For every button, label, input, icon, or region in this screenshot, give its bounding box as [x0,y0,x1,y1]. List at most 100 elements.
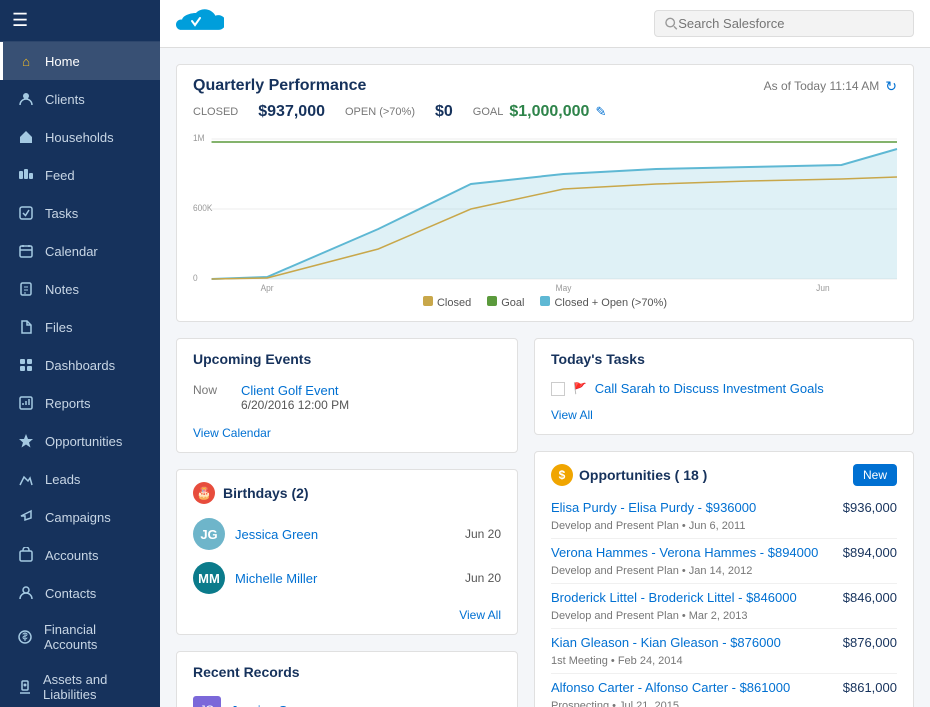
svg-text:Jun: Jun [816,283,830,293]
upcoming-events-title: Upcoming Events [193,351,501,367]
sidebar-item-campaigns[interactable]: Campaigns [0,498,160,536]
svg-text:May: May [556,283,572,293]
event-date: 6/20/2016 12:00 PM [241,398,349,412]
event-link[interactable]: Client Golf Event [241,383,339,398]
view-calendar-link[interactable]: View Calendar [193,426,501,440]
sidebar-item-reports[interactable]: Reports [0,384,160,422]
sidebar-header: ☰ [0,0,160,42]
clients-icon [17,90,35,108]
opportunities-title: $ Opportunities ( 18 ) [551,464,707,486]
event-row: Now Client Golf Event 6/20/2016 12:00 PM [193,377,501,418]
tasks-icon [17,204,35,222]
todays-tasks-title: Today's Tasks [551,351,897,367]
sidebar-item-files[interactable]: Files [0,308,160,346]
sidebar-item-calendar[interactable]: Calendar [0,232,160,270]
home-icon: ⌂ [17,52,35,70]
view-all-birthdays-link[interactable]: View All [193,608,501,622]
calendar-icon [17,242,35,260]
contacts-icon [17,584,35,602]
new-opportunity-button[interactable]: New [853,464,897,486]
assets-liabilities-icon [17,678,33,696]
sidebar-item-label: Calendar [45,244,98,259]
opp-sub-3: 1st Meeting • Feb 24, 2014 [551,655,683,667]
sidebar-item-feed[interactable]: Feed [0,156,160,194]
recent-icon-0: JG [193,696,221,707]
recent-name-0[interactable]: Jessica Green [231,703,314,707]
birthday-name-0[interactable]: Jessica Green [235,527,455,542]
quarterly-title: Quarterly Performance [193,77,366,95]
sidebar-item-label: Financial Accounts [44,622,146,652]
sidebar-item-dashboards[interactable]: Dashboards [0,346,160,384]
right-column: Today's Tasks 🚩 Call Sarah to Discuss In… [534,338,914,707]
dashboards-icon [17,356,35,374]
event-time: Now [193,383,229,397]
recent-records-title: Recent Records [193,664,501,680]
sidebar-item-accounts[interactable]: Accounts [0,536,160,574]
financial-accounts-icon [17,628,34,646]
opp-row-0: Elisa Purdy - Elisa Purdy - $936000 Deve… [551,494,897,539]
sidebar-item-clients[interactable]: Clients [0,80,160,118]
opportunities-icon: $ [551,464,573,486]
search-bar[interactable] [654,10,914,37]
sidebar-item-opportunities[interactable]: Opportunities [0,422,160,460]
goal-value: $1,000,000 [509,103,589,121]
open-label: OPEN (>70%) [345,106,415,118]
opp-row-2: Broderick Littel - Broderick Littel - $8… [551,584,897,629]
task-link-0[interactable]: Call Sarah to Discuss Investment Goals [595,381,824,396]
todays-tasks-card: Today's Tasks 🚩 Call Sarah to Discuss In… [534,338,914,435]
sidebar-item-leads[interactable]: Leads [0,460,160,498]
sidebar-item-households[interactable]: Households [0,118,160,156]
sidebar-item-home[interactable]: ⌂ Home [0,42,160,80]
opp-sub-2: Develop and Present Plan • Mar 2, 2013 [551,610,747,622]
leads-icon [17,470,35,488]
sidebar: ☰ ⌂ Home Clients Households Feed Tasks C… [0,0,160,707]
sidebar-item-label: Clients [45,92,85,107]
accounts-icon [17,546,35,564]
opp-link-1[interactable]: Verona Hammes - Verona Hammes - $894000 [551,545,843,560]
opp-link-2[interactable]: Broderick Littel - Broderick Littel - $8… [551,590,843,605]
opp-link-3[interactable]: Kian Gleason - Kian Gleason - $876000 [551,635,843,650]
task-flag-icon: 🚩 [573,382,587,395]
opp-row-4: Alfonso Carter - Alfonso Carter - $86100… [551,674,897,707]
view-all-tasks-link[interactable]: View All [551,408,897,422]
legend-goal: Goal [487,296,524,309]
perf-header: Quarterly Performance As of Today 11:14 … [193,77,897,95]
search-input[interactable] [678,16,903,31]
reports-icon [17,394,35,412]
files-icon [17,318,35,336]
goal-label: GOAL [473,106,504,118]
sidebar-item-financial-accounts[interactable]: Financial Accounts [0,612,160,662]
opp-sub-1: Develop and Present Plan • Jan 14, 2012 [551,565,752,577]
sidebar-item-tasks[interactable]: Tasks [0,194,160,232]
birthday-row-0: JG Jessica Green Jun 20 [193,512,501,556]
avatar-jessica: JG [193,518,225,550]
as-of-text: As of Today 11:14 AM [764,79,880,93]
opportunities-title-text: Opportunities ( 18 ) [579,467,707,483]
upcoming-events-card: Upcoming Events Now Client Golf Event 6/… [176,338,518,453]
sidebar-item-label: Campaigns [45,510,111,525]
sidebar-item-contacts[interactable]: Contacts [0,574,160,612]
refresh-icon[interactable]: ↻ [885,78,897,95]
edit-goal-icon[interactable]: ✎ [595,104,606,120]
opp-row-3: Kian Gleason - Kian Gleason - $876000 1s… [551,629,897,674]
opp-link-0[interactable]: Elisa Purdy - Elisa Purdy - $936000 [551,500,843,515]
sidebar-item-label: Home [45,54,80,69]
birthday-name-1[interactable]: Michelle Miller [235,571,455,586]
closed-value: $937,000 [258,103,325,121]
opp-link-4[interactable]: Alfonso Carter - Alfonso Carter - $86100… [551,680,843,695]
svg-text:600K: 600K [193,203,213,213]
sidebar-item-assets-liabilities[interactable]: Assets and Liabilities [0,662,160,707]
recent-row-0: JG Jessica Green [193,690,501,707]
campaigns-icon [17,508,35,526]
opp-amount-3: $876,000 [843,635,897,650]
task-checkbox-0[interactable] [551,382,565,396]
birthday-row-1: MM Michelle Miller Jun 20 [193,556,501,600]
sidebar-item-notes[interactable]: Notes [0,270,160,308]
recent-records-card: Recent Records JG Jessica Green MM Miche… [176,651,518,707]
sidebar-item-label: Contacts [45,586,96,601]
birthday-icon: 🎂 [193,482,215,504]
hamburger-icon[interactable]: ☰ [12,10,28,31]
sidebar-item-label: Opportunities [45,434,122,449]
closed-label: CLOSED [193,106,238,118]
opp-amount-0: $936,000 [843,500,897,515]
